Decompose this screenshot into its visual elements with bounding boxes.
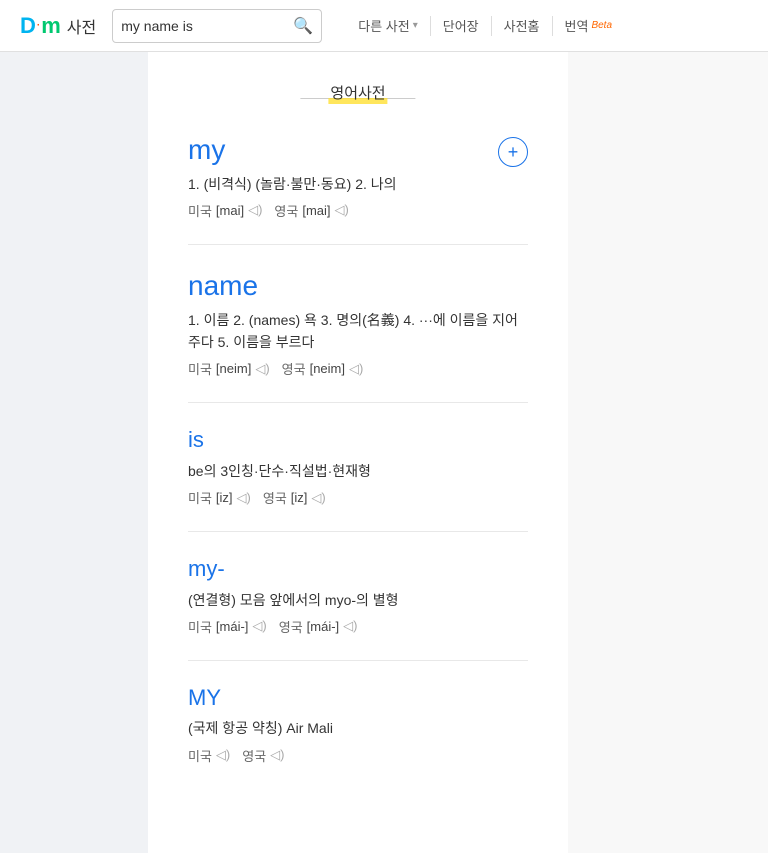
pron-text-1: [mái-]	[307, 619, 340, 634]
nav-other-dict-label: 다른 사전	[358, 16, 409, 35]
word-pron-my-: 미국[mái-]◁)영국[mái-]◁)	[188, 617, 528, 636]
main-container: 영어사전 my +1. (비격식) (놀람·불만·동요) 2. 나의미국 [mai]…	[0, 52, 768, 853]
word-title-is[interactable]: is	[188, 427, 204, 453]
word-pron-is: 미국[iz]◁)영국[iz]◁)	[188, 488, 528, 507]
pron-label-1: 영국	[282, 359, 306, 378]
logo: D · m 사전	[20, 13, 96, 39]
nav-items: 다른 사전 ▾ 단어장 사전홈 번역 Beta	[346, 16, 624, 36]
word-section-is: isbe의 3인칭·단수·직설법·현재형미국[iz]◁)영국[iz]◁)	[188, 427, 528, 532]
word-section-MY: MY(국제 항공 약칭) Air Mali미국◁)영국◁)	[188, 685, 528, 789]
search-icon[interactable]: 🔍	[293, 16, 313, 36]
pron-label-1: 영국	[263, 488, 287, 507]
pron-group-0: 미국 [neim] ◁)	[188, 359, 270, 378]
sound-icon-name-0[interactable]: ◁)	[255, 361, 269, 377]
word-def-my-: (연결형) 모음 앞에서의 myo-의 별형	[188, 589, 528, 611]
pron-label-1: 영국	[274, 201, 298, 220]
pron-label-0: 미국	[188, 359, 212, 378]
sound-icon-is-0[interactable]: ◁)	[237, 490, 251, 506]
sound-icon-my-0[interactable]: ◁)	[248, 202, 262, 218]
dict-label-container: 영어사전	[330, 82, 385, 103]
content-area: 영어사전 my +1. (비격식) (놀람·불만·동요) 2. 나의미국 [mai]…	[148, 52, 568, 853]
pron-label-0: 미국	[188, 488, 212, 507]
pron-label-1: 영국	[242, 746, 266, 765]
sound-icon-MY-1[interactable]: ◁)	[270, 747, 284, 763]
sound-icon-MY-0[interactable]: ◁)	[216, 747, 230, 763]
sound-icon-my--1[interactable]: ◁)	[343, 618, 357, 634]
pron-group-1: 영국◁)	[242, 746, 284, 765]
pron-group-1: 영국 [mai] ◁)	[274, 201, 348, 220]
pron-text-1: [mai]	[302, 203, 330, 218]
pron-group-1: 영국 [neim] ◁)	[282, 359, 364, 378]
sound-icon-name-1[interactable]: ◁)	[349, 361, 363, 377]
word-pron-name: 미국 [neim] ◁) 영국 [neim] ◁)	[188, 359, 528, 378]
pron-text-0: [mái-]	[216, 619, 249, 634]
logo-dot: ·	[37, 20, 40, 31]
words-container: my+1. (비격식) (놀람·불만·동요) 2. 나의미국[mai]◁)영국[…	[188, 133, 528, 789]
logo-m: m	[41, 13, 61, 39]
nav-item-wordbook[interactable]: 단어장	[431, 16, 492, 36]
nav-item-dict-home[interactable]: 사전홈	[492, 16, 553, 36]
header: D · m 사전 🔍 다른 사전 ▾ 단어장 사전홈 번역 Beta	[0, 0, 768, 52]
word-section-my: my +1. (비격식) (놀람·불만·동요) 2. 나의미국 [mai] ◁) 영국 […	[188, 133, 528, 245]
nav-translate-label: 번역	[565, 16, 589, 35]
pron-text-1: [iz]	[291, 490, 308, 505]
pron-group-0: 미국◁)	[188, 746, 230, 765]
nav-item-translate[interactable]: 번역 Beta	[553, 16, 625, 36]
sound-icon-my--0[interactable]: ◁)	[252, 618, 266, 634]
pron-label-0: 미국	[188, 746, 212, 765]
sidebar	[0, 52, 148, 853]
word-header-MY: MY	[188, 685, 528, 717]
word-title-MY[interactable]: MY	[188, 685, 221, 711]
word-section-my-: my-(연결형) 모음 앞에서의 myo-의 별형미국[mái-]◁)영국[má…	[188, 556, 528, 661]
word-title-name[interactable]: name	[188, 269, 258, 303]
pron-text-0: [neim]	[216, 361, 251, 376]
word-def-name: 1. 이름 2. (names) 욕 3. 명의(名義) 4. ···에 이름을…	[188, 309, 528, 354]
sound-icon-my-1[interactable]: ◁)	[335, 202, 349, 218]
pron-label-0: 미국	[188, 617, 212, 636]
logo-d: D	[20, 13, 36, 39]
word-header-is: is	[188, 427, 528, 459]
pron-text-0: [mai]	[216, 203, 244, 218]
word-section-name: name 1. 이름 2. (names) 욕 3. 명의(名義) 4. ···에…	[188, 269, 528, 403]
add-button-my[interactable]: +	[498, 137, 528, 167]
word-def-my: 1. (비격식) (놀람·불만·동요) 2. 나의	[188, 173, 528, 195]
sound-icon-is-1[interactable]: ◁)	[311, 490, 325, 506]
pron-text-0: [iz]	[216, 490, 233, 505]
word-pron-MY: 미국◁)영국◁)	[188, 746, 528, 765]
word-title-my[interactable]: my	[188, 133, 225, 167]
search-input[interactable]	[121, 18, 293, 34]
nav-dict-home-label: 사전홈	[504, 16, 540, 35]
word-header-my: my +	[188, 133, 528, 173]
word-pron-my: 미국 [mai] ◁) 영국 [mai] ◁)	[188, 201, 528, 220]
word-def-is: be의 3인칭·단수·직설법·현재형	[188, 460, 528, 482]
pron-text-1: [neim]	[310, 361, 345, 376]
nav-item-other-dict[interactable]: 다른 사전 ▾	[346, 16, 430, 36]
logo-sajon: 사전	[67, 14, 96, 38]
nav-beta-label: Beta	[591, 20, 612, 31]
logo-daum: D · m	[20, 13, 61, 39]
pron-group-0: 미국 [iz] ◁)	[188, 488, 251, 507]
word-title-my-[interactable]: my-	[188, 556, 225, 582]
word-def-MY: (국제 항공 약칭) Air Mali	[188, 717, 528, 739]
dict-label-text: 영어사전	[330, 82, 385, 103]
pron-label-1: 영국	[279, 617, 303, 636]
right-sidebar	[568, 52, 768, 853]
pron-label-0: 미국	[188, 201, 212, 220]
pron-group-0: 미국 [mai] ◁)	[188, 201, 262, 220]
word-header-my-: my-	[188, 556, 528, 588]
pron-group-1: 영국 [iz]◁)	[263, 488, 326, 507]
word-header-name: name	[188, 269, 528, 309]
search-bar: 🔍	[112, 9, 322, 43]
nav-arrow-icon: ▾	[413, 20, 418, 31]
pron-group-1: 영국 [mái-]◁)	[279, 617, 358, 636]
pron-group-0: 미국 [mái-]◁)	[188, 617, 267, 636]
nav-wordbook-label: 단어장	[443, 16, 479, 35]
